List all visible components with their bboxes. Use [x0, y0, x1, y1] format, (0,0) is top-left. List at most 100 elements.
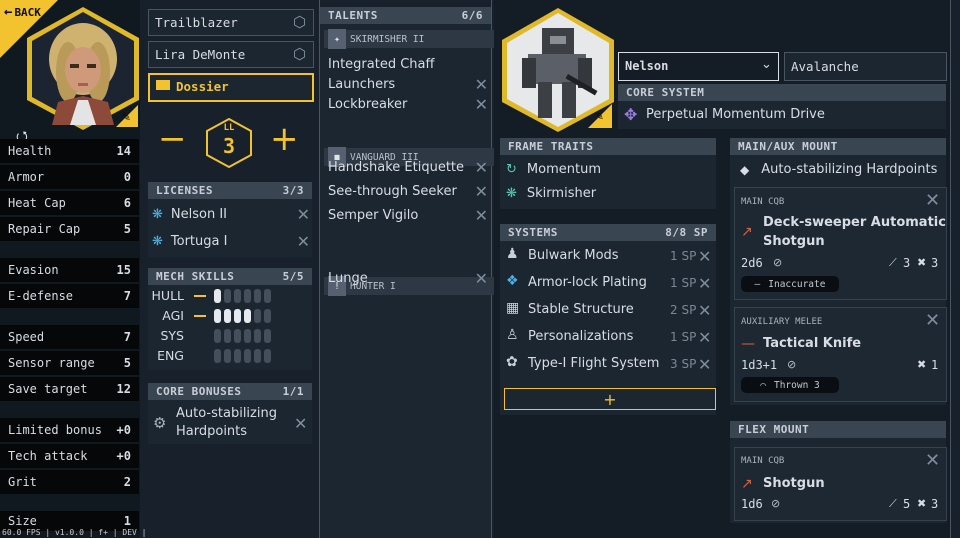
remove-icon[interactable]: ✕ — [475, 75, 488, 94]
skill-pip[interactable] — [224, 309, 231, 323]
remove-icon[interactable]: ✕ — [475, 158, 488, 177]
remove-weapon-icon[interactable]: ✕ — [925, 190, 940, 211]
remove-icon[interactable]: ✕ — [698, 328, 711, 347]
frame-select[interactable]: Nelson ⌄ — [618, 52, 779, 81]
skill-pip[interactable] — [224, 289, 231, 303]
stat-value: 7 — [123, 330, 131, 344]
mount-bonus[interactable]: ◆ Auto-stabilizing Hardpoints — [740, 162, 937, 177]
skill-pip[interactable] — [234, 349, 241, 363]
talent-name: Lockbreaker — [328, 96, 408, 112]
licenses-header: LICENSES 3/3 — [148, 182, 312, 199]
license-item[interactable]: ❋ Tortuga I ✕ — [152, 231, 310, 251]
system-sp: 1 SP — [670, 276, 697, 290]
skill-pip[interactable] — [264, 289, 271, 303]
skill-pip[interactable] — [254, 289, 261, 303]
core-system-title: CORE SYSTEM — [626, 86, 705, 99]
remove-icon[interactable]: ✕ — [475, 206, 488, 225]
skill-pip[interactable] — [264, 309, 271, 323]
remove-icon[interactable]: ✕ — [698, 247, 711, 266]
talent-item[interactable]: Launchers ✕ — [328, 74, 488, 94]
talent-item[interactable]: See-through Seeker ✕ — [328, 181, 488, 201]
remove-weapon-icon[interactable]: ✕ — [925, 310, 940, 331]
talent-item[interactable]: Integrated Chaff — [328, 54, 488, 74]
pilot-name-field[interactable]: Lira DeMonte ⬡ — [148, 41, 314, 68]
remove-icon[interactable]: ✕ — [698, 301, 711, 320]
skill-pip[interactable] — [214, 329, 221, 343]
pilot-name-text: Lira DeMonte — [155, 47, 246, 62]
add-system-button[interactable]: + — [504, 388, 716, 410]
system-item[interactable]: ❖ Armor-lock Plating 1 SP ✕ — [500, 272, 716, 294]
skill-pip[interactable] — [244, 329, 251, 343]
personalizations-icon: ♙ — [506, 327, 519, 343]
remove-weapon-icon[interactable]: ✕ — [925, 450, 940, 471]
remove-icon[interactable]: ✕ — [297, 232, 310, 251]
system-item[interactable]: ▦ Stable Structure 2 SP ✕ — [500, 299, 716, 321]
paint-brush-icon[interactable]: ✎ — [121, 110, 131, 124]
damage-type-icon: ⊘ — [771, 497, 781, 510]
weapon-threat: 1 — [931, 358, 939, 372]
skill-pip[interactable] — [224, 349, 231, 363]
core-system-item[interactable]: ✥ Perpetual Momentum Drive — [618, 101, 946, 129]
system-item[interactable]: ♙ Personalizations 1 SP ✕ — [500, 326, 716, 348]
decrease-ll-button[interactable]: − — [158, 122, 187, 156]
remove-icon[interactable]: ✕ — [475, 95, 488, 114]
skill-pip[interactable] — [254, 349, 261, 363]
skill-pip[interactable] — [214, 309, 221, 323]
license-item[interactable]: ❋ Nelson II ✕ — [152, 204, 310, 224]
stat-limited-bonus: Limited bonus +0 — [0, 418, 139, 442]
increase-ll-button[interactable]: + — [270, 122, 299, 156]
stat-label: Size — [8, 514, 37, 528]
weapon-tag[interactable]: ⌒ Thrown 3 — [741, 377, 839, 393]
weapon-threat: 3 — [931, 497, 939, 511]
remove-icon[interactable]: ✕ — [475, 269, 488, 288]
frame-trait-item[interactable]: ↻ Momentum — [506, 159, 706, 179]
d20-icon[interactable]: ⬡ — [293, 13, 306, 31]
skill-pip[interactable] — [264, 329, 271, 343]
d20-icon[interactable]: ⬡ — [293, 45, 306, 63]
talent-item[interactable]: Lunge ✕ — [328, 268, 488, 288]
mech-skill-row[interactable]: AGI — [148, 307, 312, 325]
remove-icon[interactable]: ✕ — [294, 414, 307, 433]
system-item[interactable]: ✿ Type-I Flight System 3 SP ✕ — [500, 353, 716, 375]
armor-lock-icon: ❖ — [506, 273, 519, 289]
skill-pip[interactable] — [244, 289, 251, 303]
mech-name-field[interactable]: Avalanche — [784, 52, 947, 81]
core-bonuses-count: 1/1 — [282, 385, 304, 398]
weapon-card[interactable]: MAIN CQB ✕ ↗ Shotgun 1d6 ⊘ ⟋ 5 ✖ 3 — [734, 447, 947, 521]
paint-brush-icon[interactable]: ✎ — [594, 109, 604, 123]
skill-pip[interactable] — [244, 349, 251, 363]
skill-pip[interactable] — [264, 349, 271, 363]
skill-pip[interactable] — [224, 329, 231, 343]
talent-item[interactable]: Handshake Etiquette ✕ — [328, 157, 488, 177]
dossier-label: Dossier — [176, 79, 229, 94]
mech-skill-row[interactable]: SYS — [148, 327, 312, 345]
core-bonus-item[interactable]: ⚙ Auto-stabilizing Hardpoints ✕ — [148, 400, 312, 444]
momentum-icon: ↻ — [506, 161, 517, 177]
mech-skill-row[interactable]: ENG — [148, 347, 312, 365]
dossier-button[interactable]: Dossier — [148, 73, 314, 102]
weapon-tag[interactable]: — Inaccurate — [741, 276, 839, 292]
skill-pip[interactable] — [234, 289, 241, 303]
remove-icon[interactable]: ✕ — [475, 182, 488, 201]
remove-icon[interactable]: ✕ — [698, 355, 711, 374]
mech-skill-row[interactable]: HULL — [148, 287, 312, 305]
remove-icon[interactable]: ✕ — [698, 274, 711, 293]
talent-item[interactable]: Semper Vigilo ✕ — [328, 205, 488, 225]
skill-pip[interactable] — [244, 309, 251, 323]
weapon-card[interactable]: AUXILIARY MELEE ✕ — Tactical Knife 1d3+1… — [734, 307, 947, 402]
weapon-card[interactable]: MAIN CQB ✕ ↗ Deck-sweeper Automatic Shot… — [734, 187, 947, 300]
talent-item[interactable]: Lockbreaker ✕ — [328, 94, 488, 114]
skill-pip[interactable] — [214, 349, 221, 363]
frame-trait-item[interactable]: ❋ Skirmisher — [506, 183, 706, 203]
skill-pip[interactable] — [234, 309, 241, 323]
range-icon: ⟋ — [889, 256, 897, 269]
license-name: Tortuga I — [170, 233, 228, 249]
skill-pip[interactable] — [234, 329, 241, 343]
skill-pip[interactable] — [214, 289, 221, 303]
skill-pip[interactable] — [254, 329, 261, 343]
remove-icon[interactable]: ✕ — [297, 205, 310, 224]
skill-pip[interactable] — [254, 309, 261, 323]
callsign-field[interactable]: Trailblazer ⬡ — [148, 9, 314, 36]
core-system-icon: ✥ — [624, 105, 638, 124]
system-item[interactable]: ♟ Bulwark Mods 1 SP ✕ — [500, 245, 716, 267]
